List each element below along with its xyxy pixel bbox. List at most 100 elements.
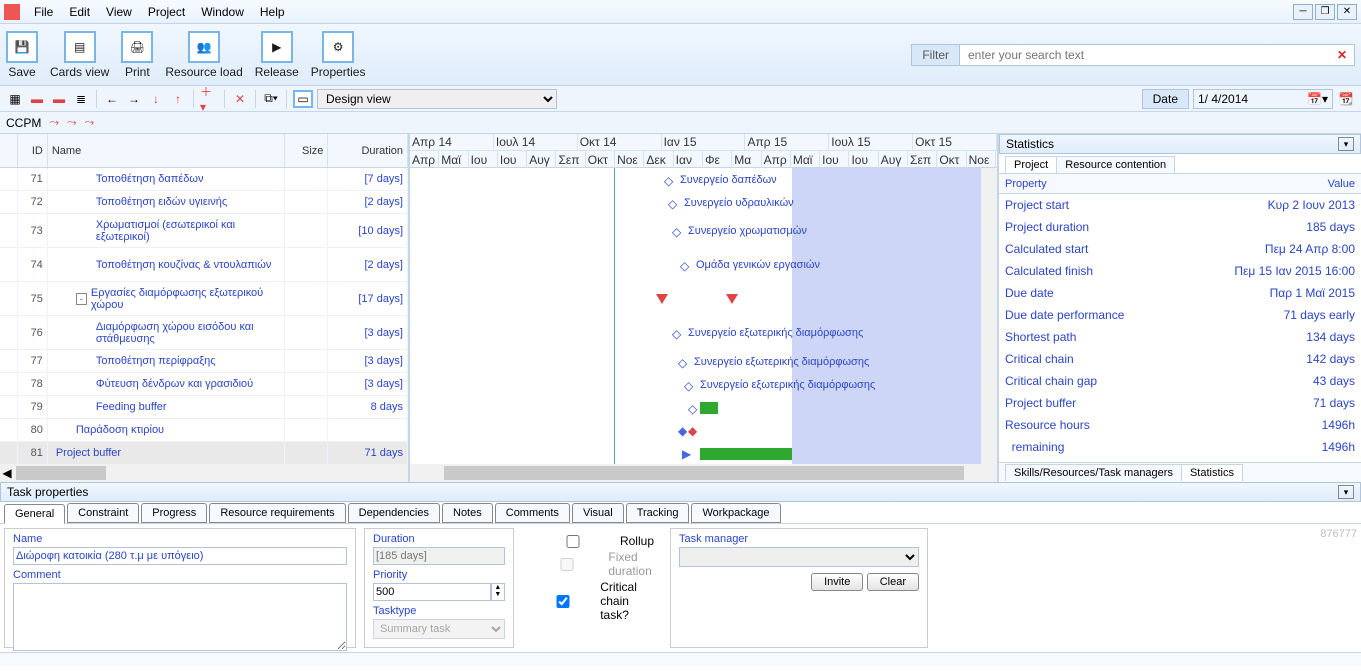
comment-label: Comment — [13, 569, 347, 581]
arrow-left-icon[interactable]: ← — [103, 90, 121, 108]
ccpm-bar: CCPM ⤳ ⤳ ⤳ — [0, 112, 1361, 134]
gantt-hscroll[interactable] — [410, 464, 997, 482]
stats-row: Calculated finishΠεμ 15 Ιαν 2015 16:00 — [999, 260, 1361, 282]
pin-icon[interactable]: ▾ — [1338, 137, 1354, 151]
priority-down[interactable]: ▼ — [492, 591, 504, 598]
critical-chain-checkbox[interactable] — [530, 595, 596, 608]
date-label: Date — [1142, 89, 1189, 109]
gantt-vscroll[interactable] — [981, 168, 997, 464]
tab-dependencies[interactable]: Dependencies — [348, 503, 440, 523]
tab-visual[interactable]: Visual — [572, 503, 624, 523]
arrow-right-icon[interactable]: → — [125, 90, 143, 108]
tab-skills-resources[interactable]: Skills/Resources/Task managers — [1005, 464, 1182, 481]
priority-up[interactable]: ▲ — [492, 584, 504, 591]
status-bar — [0, 652, 1361, 666]
menu-view[interactable]: View — [98, 3, 140, 21]
resource-load-icon: 👥 — [188, 31, 220, 63]
menu-help[interactable]: Help — [252, 3, 293, 21]
tab-notes[interactable]: Notes — [442, 503, 493, 523]
tab-statistics[interactable]: Statistics — [1181, 464, 1243, 481]
col-name[interactable]: Name — [48, 134, 285, 167]
table-row[interactable]: 76 Διαμόρφωση χώρου εισόδου και στάθμευσ… — [0, 316, 408, 350]
ccpm-icon2[interactable]: ⤳ — [67, 115, 77, 130]
table-row[interactable]: 81 Project buffer 71 days — [0, 442, 408, 464]
name-input[interactable] — [13, 547, 347, 565]
grid-hscroll[interactable]: ◀ — [0, 464, 408, 482]
table-row[interactable]: 77 Τοποθέτηση περίφραξης [3 days] — [0, 350, 408, 373]
task-add3-icon[interactable]: ▬ — [50, 90, 68, 108]
release-button[interactable]: ▶Release — [255, 31, 299, 79]
stats-row: Due dateΠαρ 1 Μαϊ 2015 — [999, 282, 1361, 304]
comment-input[interactable] — [13, 583, 347, 651]
table-row[interactable]: 73 Χρωματισμοί (εσωτερικοί και εξωτερικο… — [0, 214, 408, 248]
col-size[interactable]: Size — [285, 134, 329, 167]
ccpm-icon1[interactable]: ⤳ — [49, 115, 59, 130]
arrow-up-icon[interactable]: ↑ — [169, 90, 187, 108]
priority-input[interactable] — [373, 583, 491, 601]
tab-tracking[interactable]: Tracking — [626, 503, 690, 523]
stats-row: Calculated startΠεμ 24 Απρ 8:00 — [999, 238, 1361, 260]
tab-general[interactable]: General — [4, 504, 65, 524]
stats-row: remaining1496h — [999, 436, 1361, 458]
tab-comments[interactable]: Comments — [495, 503, 570, 523]
task-outline-icon[interactable]: ≣ — [72, 90, 90, 108]
table-row[interactable]: 78 Φύτευση δένδρων και γρασιδιού [3 days… — [0, 373, 408, 396]
calendar-icon[interactable]: 📅▾ — [1307, 92, 1328, 106]
view-toggle-icon[interactable]: ▭ — [293, 90, 313, 108]
clear-button[interactable]: Clear — [867, 573, 919, 591]
print-icon: 🖨 — [121, 31, 153, 63]
task-add2-icon[interactable]: ▬ — [28, 90, 46, 108]
cards-view-button[interactable]: ▤Cards view — [50, 31, 109, 79]
date-input[interactable]: 1/ 4/2014📅▾ — [1193, 89, 1333, 109]
rollup-checkbox[interactable] — [530, 535, 616, 548]
menu-file[interactable]: File — [26, 3, 61, 21]
fixed-duration-checkbox — [530, 558, 604, 571]
col-duration[interactable]: Duration — [328, 134, 408, 167]
minimize-button[interactable]: ─ — [1293, 4, 1313, 20]
tab-workpackage[interactable]: Workpackage — [691, 503, 780, 523]
menu-project[interactable]: Project — [140, 3, 193, 21]
save-button[interactable]: 💾Save — [6, 31, 38, 79]
maximize-button[interactable]: ❐ — [1315, 4, 1335, 20]
duration-input — [373, 547, 505, 565]
invite-button[interactable]: Invite — [811, 573, 863, 591]
table-row[interactable]: 72 Τοποθέτηση ειδών υγιεινής [2 days] — [0, 191, 408, 214]
table-row[interactable]: 80 Παράδοση κτιρίου — [0, 419, 408, 442]
filter-input[interactable] — [960, 46, 1330, 64]
tab-resource-contention[interactable]: Resource contention — [1056, 156, 1175, 173]
add-icon[interactable]: ＋▾ — [200, 90, 218, 108]
properties-icon: ⚙ — [322, 31, 354, 63]
print-button[interactable]: 🖨Print — [121, 31, 153, 79]
view-select[interactable]: Design view — [317, 89, 557, 109]
secondary-toolbar: ▦ ▬ ▬ ≣ ← → ↓ ↑ ＋▾ ✕ ⧉▾ ▭ Design view Da… — [0, 86, 1361, 112]
filter-clear-button[interactable]: ✕ — [1330, 48, 1354, 62]
table-row[interactable]: 79 Feeding buffer 8 days — [0, 396, 408, 419]
table-row[interactable]: 75 -Εργασίες διαμόρφωσης εξωτερικού χώρο… — [0, 282, 408, 316]
gantt-body[interactable]: ◇Συνεργείο δαπέδων◇Συνεργείο υδραυλικών◇… — [410, 168, 997, 464]
col-id[interactable]: ID — [18, 134, 48, 167]
ccpm-icon3[interactable]: ⤳ — [85, 115, 95, 130]
tab-resource-requirements[interactable]: Resource requirements — [209, 503, 345, 523]
taskmanager-select[interactable] — [679, 547, 919, 567]
arrow-down-icon[interactable]: ↓ — [147, 90, 165, 108]
resource-load-button[interactable]: 👥Resource load — [165, 31, 242, 79]
delete-icon[interactable]: ✕ — [231, 90, 249, 108]
table-row[interactable]: 74 Τοποθέτηση κουζίνας & ντουλαπιών [2 d… — [0, 248, 408, 282]
tab-project[interactable]: Project — [1005, 156, 1057, 173]
close-button[interactable]: ✕ — [1337, 4, 1357, 20]
table-row[interactable]: 71 Τοποθέτηση δαπέδων [7 days] — [0, 168, 408, 191]
task-add-icon[interactable]: ▦ — [6, 90, 24, 108]
properties-button[interactable]: ⚙Properties — [311, 31, 366, 79]
grid-header: ID Name Size Duration — [0, 134, 408, 168]
name-label: Name — [13, 533, 347, 545]
task-properties-tabs: GeneralConstraintProgressResource requir… — [0, 502, 1361, 524]
menu-edit[interactable]: Edit — [61, 3, 98, 21]
tprops-pin-icon[interactable]: ▾ — [1338, 485, 1354, 499]
col-property: Property — [999, 174, 1180, 193]
stats-row: Shortest path134 days — [999, 326, 1361, 348]
tab-constraint[interactable]: Constraint — [67, 503, 139, 523]
menu-window[interactable]: Window — [193, 3, 252, 21]
tab-progress[interactable]: Progress — [141, 503, 207, 523]
now-icon[interactable]: 📆 — [1337, 90, 1355, 108]
split-icon[interactable]: ⧉▾ — [262, 90, 280, 108]
